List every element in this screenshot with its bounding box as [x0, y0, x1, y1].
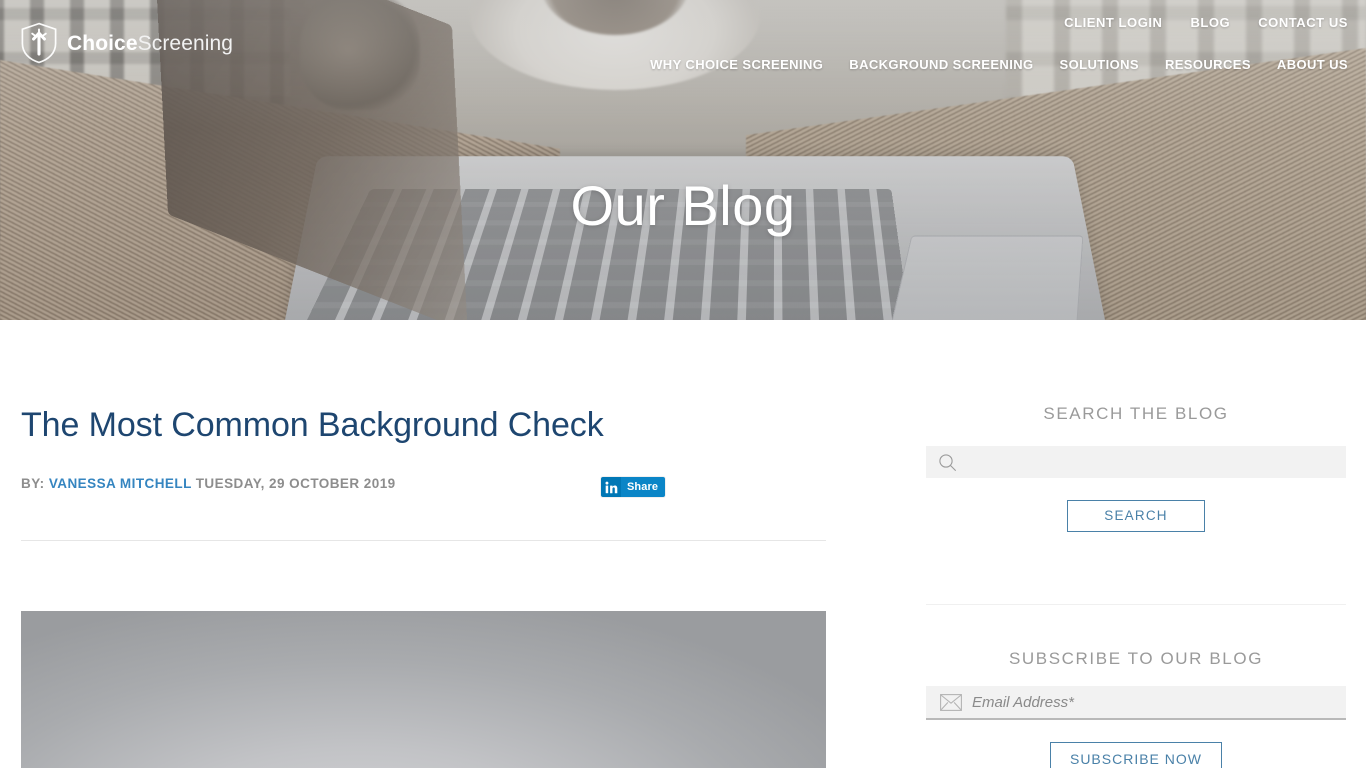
- email-input[interactable]: [962, 686, 1346, 718]
- search-widget-title: SEARCH THE BLOG: [1043, 404, 1229, 423]
- subscribe-now-button[interactable]: SUBSCRIBE NOW: [1050, 742, 1222, 768]
- utility-navigation: CLIENT LOGIN BLOG CONTACT US: [1064, 15, 1348, 30]
- logo-word-light: Screening: [137, 31, 234, 55]
- nav-client-login[interactable]: CLIENT LOGIN: [1064, 15, 1162, 30]
- shield-arrow-icon: [21, 22, 57, 64]
- logo-word-bold: Choice: [67, 31, 138, 55]
- nav-about-us[interactable]: ABOUT US: [1277, 57, 1348, 72]
- post-featured-image: [21, 611, 826, 768]
- post-meta-divider: [21, 540, 826, 542]
- hero-banner: ChoiceScreening CLIENT LOGIN BLOG CONTAC…: [0, 0, 1366, 320]
- hero-title: Our Blog: [570, 174, 796, 237]
- nav-background-screening[interactable]: BACKGROUND SCREENING: [849, 57, 1033, 72]
- sidebar-divider: [926, 604, 1346, 605]
- byline-prefix: BY:: [21, 476, 45, 492]
- subscribe-widget-title: SUBSCRIBE TO OUR BLOG: [1008, 649, 1264, 668]
- linkedin-share-label: Share: [621, 477, 666, 498]
- search-field-wrapper[interactable]: [926, 446, 1346, 478]
- nav-contact-us[interactable]: CONTACT US: [1258, 15, 1348, 30]
- post-title: The Most Common Background Check: [21, 406, 604, 444]
- search-input[interactable]: [957, 447, 1346, 477]
- nav-why-choice-screening[interactable]: WHY CHOICE SCREENING: [650, 57, 823, 72]
- main-navigation: WHY CHOICE SCREENING BACKGROUND SCREENIN…: [650, 57, 1348, 72]
- search-widget: SEARCH THE BLOG SEARCH: [926, 405, 1346, 532]
- envelope-icon: [940, 693, 962, 711]
- post-author-link[interactable]: VANESSA MITCHELL: [49, 476, 192, 491]
- search-button[interactable]: SEARCH: [1067, 500, 1205, 532]
- linkedin-icon: [601, 477, 621, 498]
- site-header: ChoiceScreening CLIENT LOGIN BLOG CONTAC…: [0, 0, 1366, 92]
- site-logo[interactable]: ChoiceScreening: [20, 22, 233, 64]
- subscribe-widget: SUBSCRIBE TO OUR BLOG SUBSCRIBE NOW: [926, 650, 1346, 768]
- email-field-wrapper[interactable]: [926, 686, 1346, 720]
- site-logo-wordmark: ChoiceScreening: [67, 33, 233, 54]
- nav-blog[interactable]: BLOG: [1190, 15, 1230, 30]
- post-meta-row: BY: VANESSA MITCHELL TUESDAY, 29 OCTOBER…: [21, 472, 826, 518]
- linkedin-share-button[interactable]: Share: [601, 477, 666, 498]
- post-byline: BY: VANESSA MITCHELL TUESDAY, 29 OCTOBER…: [21, 472, 441, 496]
- nav-solutions[interactable]: SOLUTIONS: [1060, 57, 1139, 72]
- post-date: TUESDAY, 29 OCTOBER 2019: [195, 476, 396, 492]
- nav-resources[interactable]: RESOURCES: [1165, 57, 1251, 72]
- blog-sidebar: SEARCH THE BLOG SEARCH SUBSCRIBE TO OUR …: [926, 405, 1346, 768]
- search-icon: [938, 453, 957, 472]
- post-content-column: The Most Common Background Check BY: VAN…: [21, 405, 826, 768]
